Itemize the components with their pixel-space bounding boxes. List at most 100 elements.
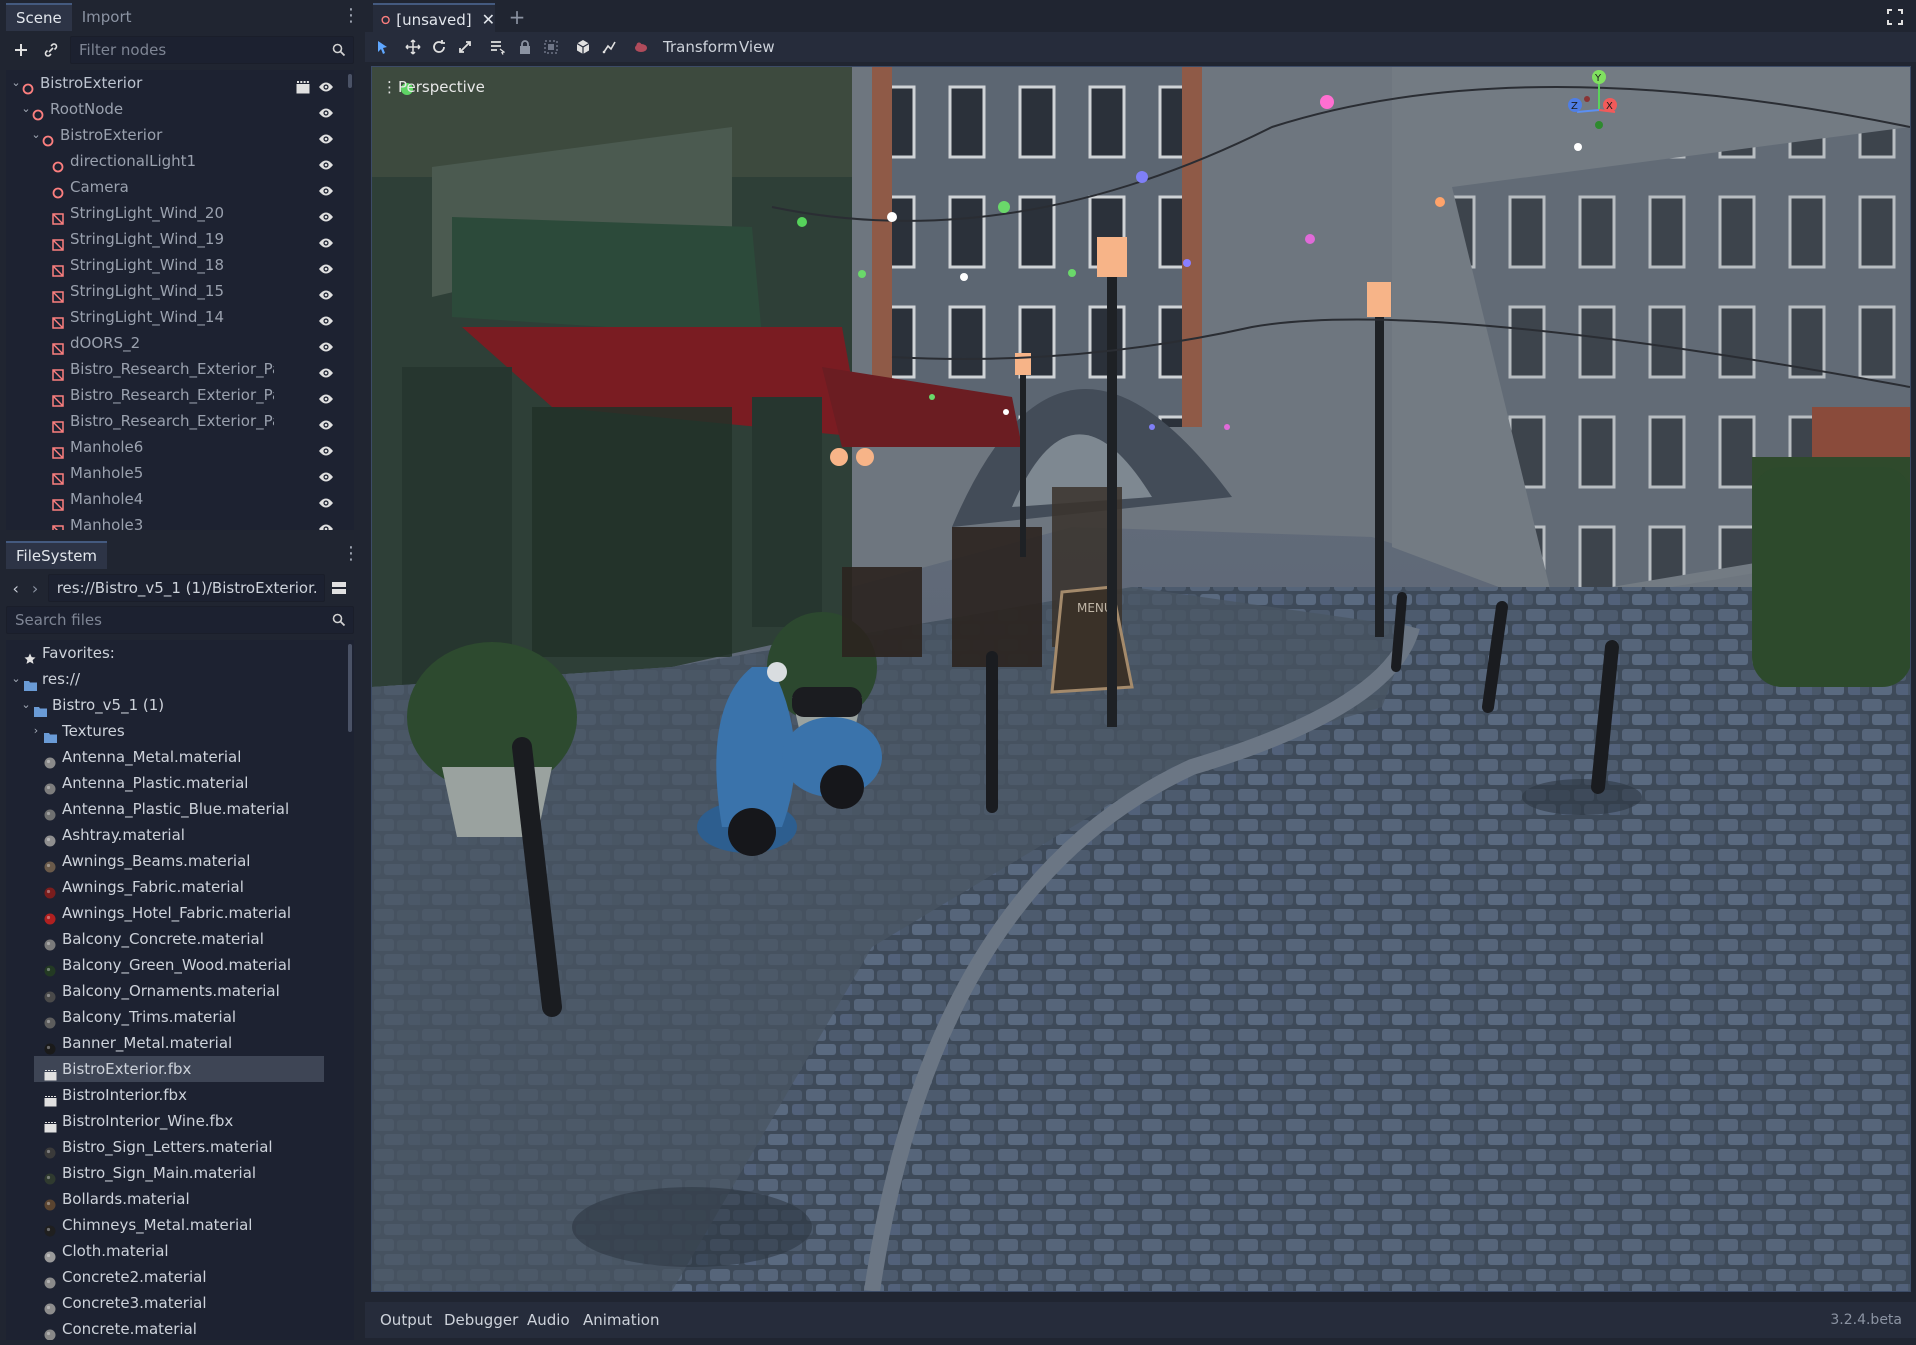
visibility-eye-icon[interactable] bbox=[318, 440, 334, 456]
scene-tree-node[interactable]: Bistro_Research_Exterior_Paris_Str bbox=[6, 382, 354, 408]
folder-item[interactable]: › Textures bbox=[6, 718, 354, 744]
scene-tree-node[interactable]: Camera bbox=[6, 174, 354, 200]
scene-tree-node[interactable]: ⌄ BistroExterior bbox=[6, 70, 354, 96]
visibility-eye-icon[interactable] bbox=[318, 284, 334, 300]
file-item[interactable]: Balcony_Trims.material bbox=[6, 1004, 354, 1030]
folder-item[interactable]: ⌄ res:// bbox=[6, 666, 354, 692]
file-item[interactable]: Concrete2.material bbox=[6, 1264, 354, 1290]
scene-tree-node[interactable]: Manhole6 bbox=[6, 434, 354, 460]
tab-filesystem[interactable]: FileSystem bbox=[6, 541, 108, 569]
scene-tree-node[interactable]: StringLight_Wind_19 bbox=[6, 226, 354, 252]
file-item[interactable]: Chimneys_Metal.material bbox=[6, 1212, 354, 1238]
output-tab[interactable]: Output bbox=[380, 1302, 432, 1338]
file-item[interactable]: Awnings_Hotel_Fabric.material bbox=[6, 900, 354, 926]
file-item[interactable]: Concrete3.material bbox=[6, 1290, 354, 1316]
chevron-down-icon[interactable]: ⌄ bbox=[30, 122, 42, 148]
visibility-eye-icon[interactable] bbox=[318, 206, 334, 222]
move-tool-icon[interactable] bbox=[405, 39, 421, 55]
file-item[interactable]: Ashtray.material bbox=[6, 822, 354, 848]
filter-nodes-input[interactable] bbox=[70, 36, 354, 64]
group-icon[interactable] bbox=[543, 39, 559, 55]
file-item[interactable]: Concrete.material bbox=[6, 1316, 354, 1340]
visibility-eye-icon[interactable] bbox=[318, 232, 334, 248]
visibility-eye-icon[interactable] bbox=[318, 388, 334, 404]
scene-tree-node[interactable]: ⌄ BistroExterior bbox=[6, 122, 354, 148]
local-space-icon[interactable] bbox=[575, 39, 591, 55]
rotate-tool-icon[interactable] bbox=[431, 39, 447, 55]
visibility-eye-icon[interactable] bbox=[318, 76, 334, 92]
animation-tab[interactable]: Animation bbox=[583, 1302, 659, 1338]
visibility-eye-icon[interactable] bbox=[318, 492, 334, 508]
file-item[interactable]: Bistro_Sign_Main.material bbox=[6, 1160, 354, 1186]
file-item[interactable]: Balcony_Concrete.material bbox=[6, 926, 354, 952]
scene-tree-node[interactable]: StringLight_Wind_15 bbox=[6, 278, 354, 304]
forward-arrow-icon[interactable]: › bbox=[25, 575, 44, 601]
back-arrow-icon[interactable]: ‹ bbox=[6, 575, 25, 601]
snap-icon[interactable] bbox=[601, 39, 617, 55]
select-tool-icon[interactable] bbox=[375, 39, 391, 55]
scene-tree-node[interactable]: Manhole5 bbox=[6, 460, 354, 486]
scene-dock-menu-icon[interactable]: ⋮ bbox=[342, 6, 360, 26]
visibility-eye-icon[interactable] bbox=[318, 518, 334, 530]
visibility-eye-icon[interactable] bbox=[318, 180, 334, 196]
file-item[interactable]: BistroInterior.fbx bbox=[6, 1082, 354, 1108]
file-item[interactable]: Awnings_Beams.material bbox=[6, 848, 354, 874]
instance-child-scene-button[interactable] bbox=[36, 36, 66, 64]
filesystem-tree[interactable]: Favorites: ⌄ res:// ⌄ Bistro_v5_1 (1) › Textur… bbox=[6, 640, 354, 1340]
chevron-down-icon[interactable]: ⌄ bbox=[10, 666, 22, 692]
scale-tool-icon[interactable] bbox=[457, 39, 473, 55]
chevron-down-icon[interactable]: ⌄ bbox=[10, 70, 22, 96]
scene-tree-scrollbar[interactable] bbox=[348, 74, 352, 88]
file-item[interactable]: Balcony_Green_Wood.material bbox=[6, 952, 354, 978]
visibility-eye-icon[interactable] bbox=[318, 128, 334, 144]
camera-preview-icon[interactable] bbox=[633, 39, 649, 55]
chevron-right-icon[interactable]: › bbox=[30, 718, 42, 744]
visibility-eye-icon[interactable] bbox=[318, 414, 334, 430]
file-item[interactable]: Bistro_Sign_Letters.material bbox=[6, 1134, 354, 1160]
file-item[interactable]: Bollards.material bbox=[6, 1186, 354, 1212]
add-node-button[interactable] bbox=[6, 36, 36, 64]
scene-tree-node[interactable]: Manhole3 bbox=[6, 512, 354, 530]
3d-viewport[interactable]: MENU ⋮ Perspective Y X Z bbox=[371, 66, 1911, 1292]
visibility-eye-icon[interactable] bbox=[318, 310, 334, 326]
file-item[interactable]: Favorites: bbox=[6, 640, 354, 666]
scene-tree-node[interactable]: StringLight_Wind_14 bbox=[6, 304, 354, 330]
visibility-eye-icon[interactable] bbox=[318, 362, 334, 378]
chevron-down-icon[interactable]: ⌄ bbox=[20, 96, 32, 122]
file-item[interactable]: Awnings_Fabric.material bbox=[6, 874, 354, 900]
toggle-split-mode-button[interactable] bbox=[325, 575, 354, 601]
file-item[interactable]: BistroExterior.fbx bbox=[34, 1056, 324, 1082]
scene-tree-node[interactable]: Manhole4 bbox=[6, 486, 354, 512]
scene-tab-unsaved[interactable]: [unsaved] ✕ bbox=[373, 3, 495, 34]
scene-tree-node[interactable]: Bistro_Research_Exterior_Paris_Str bbox=[6, 356, 354, 382]
close-tab-icon[interactable]: ✕ bbox=[482, 10, 495, 29]
visibility-eye-icon[interactable] bbox=[318, 102, 334, 118]
filesystem-dock-menu-icon[interactable]: ⋮ bbox=[342, 544, 360, 564]
scene-tree-node[interactable]: ⌄ RootNode bbox=[6, 96, 354, 122]
tab-import[interactable]: Import bbox=[72, 3, 142, 31]
audio-tab[interactable]: Audio bbox=[527, 1302, 570, 1338]
distraction-free-toggle[interactable] bbox=[1884, 6, 1906, 28]
visibility-eye-icon[interactable] bbox=[318, 336, 334, 352]
scene-tree[interactable]: ⌄ BistroExterior ⌄ RootNode ⌄ BistroExterior d… bbox=[6, 70, 354, 530]
debugger-tab[interactable]: Debugger bbox=[444, 1302, 518, 1338]
scene-tree-node[interactable]: dOORS_2 bbox=[6, 330, 354, 356]
path-field[interactable] bbox=[47, 574, 325, 602]
file-item[interactable]: Banner_Metal.material bbox=[6, 1030, 354, 1056]
file-item[interactable]: BistroInterior_Wine.fbx bbox=[6, 1108, 354, 1134]
scene-tree-node[interactable]: StringLight_Wind_20 bbox=[6, 200, 354, 226]
scene-tree-node[interactable]: directionalLight1 bbox=[6, 148, 354, 174]
viewport-perspective-label[interactable]: Perspective bbox=[398, 78, 485, 96]
visibility-eye-icon[interactable] bbox=[318, 466, 334, 482]
chevron-down-icon[interactable]: ⌄ bbox=[20, 692, 32, 718]
folder-item[interactable]: ⌄ Bistro_v5_1 (1) bbox=[6, 692, 354, 718]
add-scene-tab-icon[interactable]: + bbox=[505, 5, 529, 29]
file-item[interactable]: Antenna_Plastic.material bbox=[6, 770, 354, 796]
filesystem-scrollbar[interactable] bbox=[348, 644, 352, 732]
lock-icon[interactable] bbox=[517, 39, 533, 55]
scene-tree-node[interactable]: Bistro_Research_Exterior_Paris_Str bbox=[6, 408, 354, 434]
transform-menu[interactable]: Transform bbox=[663, 32, 738, 62]
file-item[interactable]: Antenna_Plastic_Blue.material bbox=[6, 796, 354, 822]
visibility-eye-icon[interactable] bbox=[318, 154, 334, 170]
scene-tree-node[interactable]: StringLight_Wind_18 bbox=[6, 252, 354, 278]
